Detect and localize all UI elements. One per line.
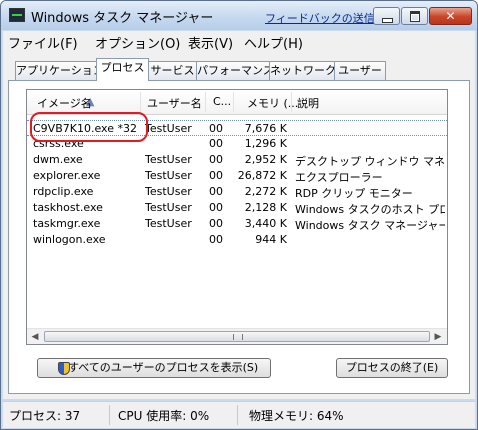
column-cpu[interactable]: C... bbox=[213, 95, 231, 108]
status-process-count: プロセス: 37 bbox=[9, 409, 81, 423]
process-name: taskmgr.exe bbox=[33, 217, 101, 230]
process-cpu: 00 bbox=[209, 233, 223, 246]
process-user: TestUser bbox=[145, 185, 192, 198]
taskmgr-icon bbox=[9, 8, 25, 22]
feedback-link[interactable]: フィードバックの送信 bbox=[265, 10, 375, 26]
process-memory: 2,272 K bbox=[244, 185, 287, 198]
process-row-selected[interactable]: C9VB7K10.exe *32 TestUser 00 7,676 K bbox=[27, 120, 447, 136]
process-row[interactable]: taskmgr.exe TestUser 00 3,440 K Windows … bbox=[27, 216, 447, 232]
process-row[interactable]: csrss.exe 00 1,296 K bbox=[27, 136, 447, 152]
column-header: ▲ イメージ名 ユーザー名 C... メモリ (... 説明 bbox=[27, 90, 447, 115]
menu-help[interactable]: ヘルプ(H) bbox=[244, 33, 303, 52]
process-cpu: 00 bbox=[209, 122, 223, 135]
tab-processes[interactable]: プロセス bbox=[96, 58, 149, 81]
show-all-users-button[interactable]: すべてのユーザーのプロセスを表示(S) bbox=[37, 358, 271, 378]
status-bar: プロセス: 37 CPU 使用率: 0% 物理メモリ: 64% bbox=[3, 401, 475, 428]
uac-shield-icon bbox=[58, 362, 70, 375]
process-row[interactable]: rdpclip.exe TestUser 00 2,272 K RDP クリップ… bbox=[27, 184, 447, 200]
process-row[interactable]: winlogon.exe 00 944 K bbox=[27, 232, 447, 248]
process-memory: 26,872 K bbox=[237, 169, 287, 182]
minimize-button[interactable] bbox=[373, 7, 400, 25]
end-process-button[interactable]: プロセスの終了(E) bbox=[336, 358, 448, 378]
process-memory: 2,128 K bbox=[244, 201, 287, 214]
scroll-left-icon[interactable]: ◀ bbox=[30, 332, 40, 342]
scrollbar-thumb[interactable] bbox=[44, 331, 430, 342]
tab-network[interactable]: ネットワーク bbox=[269, 61, 336, 80]
menu-view[interactable]: 表示(V) bbox=[188, 33, 233, 52]
process-memory: 2,952 K bbox=[244, 153, 287, 166]
process-cpu: 00 bbox=[209, 217, 223, 230]
tab-services[interactable]: サービス bbox=[148, 61, 197, 80]
horizontal-scrollbar[interactable]: ◀ ▶ bbox=[27, 328, 447, 344]
tab-users[interactable]: ユーザー bbox=[334, 61, 386, 80]
process-user: TestUser bbox=[145, 169, 192, 182]
process-user: TestUser bbox=[145, 122, 192, 135]
title-bar[interactable]: Windows タスク マネージャー フィードバックの送信 ✕ bbox=[1, 1, 477, 30]
close-button[interactable]: ✕ bbox=[429, 7, 472, 25]
status-cpu-usage: CPU 使用率: 0% bbox=[118, 409, 210, 423]
process-user: TestUser bbox=[145, 201, 192, 214]
process-name: C9VB7K10.exe *32 bbox=[33, 122, 137, 135]
process-row[interactable]: explorer.exe TestUser 00 26,872 K エクスプロー… bbox=[27, 168, 447, 184]
process-description: Windows タスクのホスト プロセス bbox=[295, 203, 445, 216]
process-user: TestUser bbox=[145, 153, 192, 166]
process-cpu: 00 bbox=[209, 169, 223, 182]
window-title: Windows タスク マネージャー bbox=[31, 11, 214, 26]
process-name: csrss.exe bbox=[33, 137, 84, 150]
process-name: rdpclip.exe bbox=[33, 185, 94, 198]
show-all-users-label: すべてのユーザーのプロセスを表示(S) bbox=[68, 361, 259, 374]
tab-applications[interactable]: アプリケーション bbox=[15, 61, 104, 80]
process-cpu: 00 bbox=[209, 185, 223, 198]
process-name: taskhost.exe bbox=[33, 201, 103, 214]
process-description: エクスプローラー bbox=[295, 171, 383, 184]
process-description: RDP クリップ モニター bbox=[295, 187, 413, 200]
process-description: Windows タスク マネージャー bbox=[295, 219, 445, 232]
menu-options[interactable]: オプション(O) bbox=[95, 33, 180, 52]
maximize-button[interactable] bbox=[401, 7, 428, 25]
scroll-right-icon[interactable]: ▶ bbox=[433, 332, 443, 342]
menu-file[interactable]: ファイル(F) bbox=[8, 33, 78, 52]
task-manager-window: Windows タスク マネージャー フィードバックの送信 ✕ ファイル(F) … bbox=[0, 0, 478, 430]
process-name: winlogon.exe bbox=[33, 233, 106, 246]
column-description[interactable]: 説明 bbox=[297, 95, 319, 111]
process-name: dwm.exe bbox=[33, 153, 83, 166]
process-memory: 3,440 K bbox=[244, 217, 287, 230]
menu-bar: ファイル(F) オプション(O) 表示(V) ヘルプ(H) bbox=[3, 31, 475, 52]
process-cpu: 00 bbox=[209, 137, 223, 150]
process-memory: 944 K bbox=[255, 233, 287, 246]
process-memory: 7,676 K bbox=[244, 122, 287, 135]
process-cpu: 00 bbox=[209, 201, 223, 214]
process-cpu: 00 bbox=[209, 153, 223, 166]
column-user-name[interactable]: ユーザー名 bbox=[147, 95, 202, 111]
column-image-name[interactable]: イメージ名 bbox=[37, 95, 92, 111]
process-memory: 1,296 K bbox=[244, 137, 287, 150]
process-row[interactable]: dwm.exe TestUser 00 2,952 K デスクトップ ウィンドウ… bbox=[27, 152, 447, 168]
process-user: TestUser bbox=[145, 217, 192, 230]
process-description: デスクトップ ウィンドウ マネージャー bbox=[295, 155, 445, 168]
process-name: explorer.exe bbox=[33, 169, 101, 182]
process-list[interactable]: ▲ イメージ名 ユーザー名 C... メモリ (... 説明 C9VB7K10.… bbox=[26, 89, 448, 345]
status-physical-memory: 物理メモリ: 64% bbox=[249, 409, 344, 423]
tab-performance[interactable]: パフォーマンス bbox=[196, 61, 274, 80]
process-row[interactable]: taskhost.exe TestUser 00 2,128 K Windows… bbox=[27, 200, 447, 216]
